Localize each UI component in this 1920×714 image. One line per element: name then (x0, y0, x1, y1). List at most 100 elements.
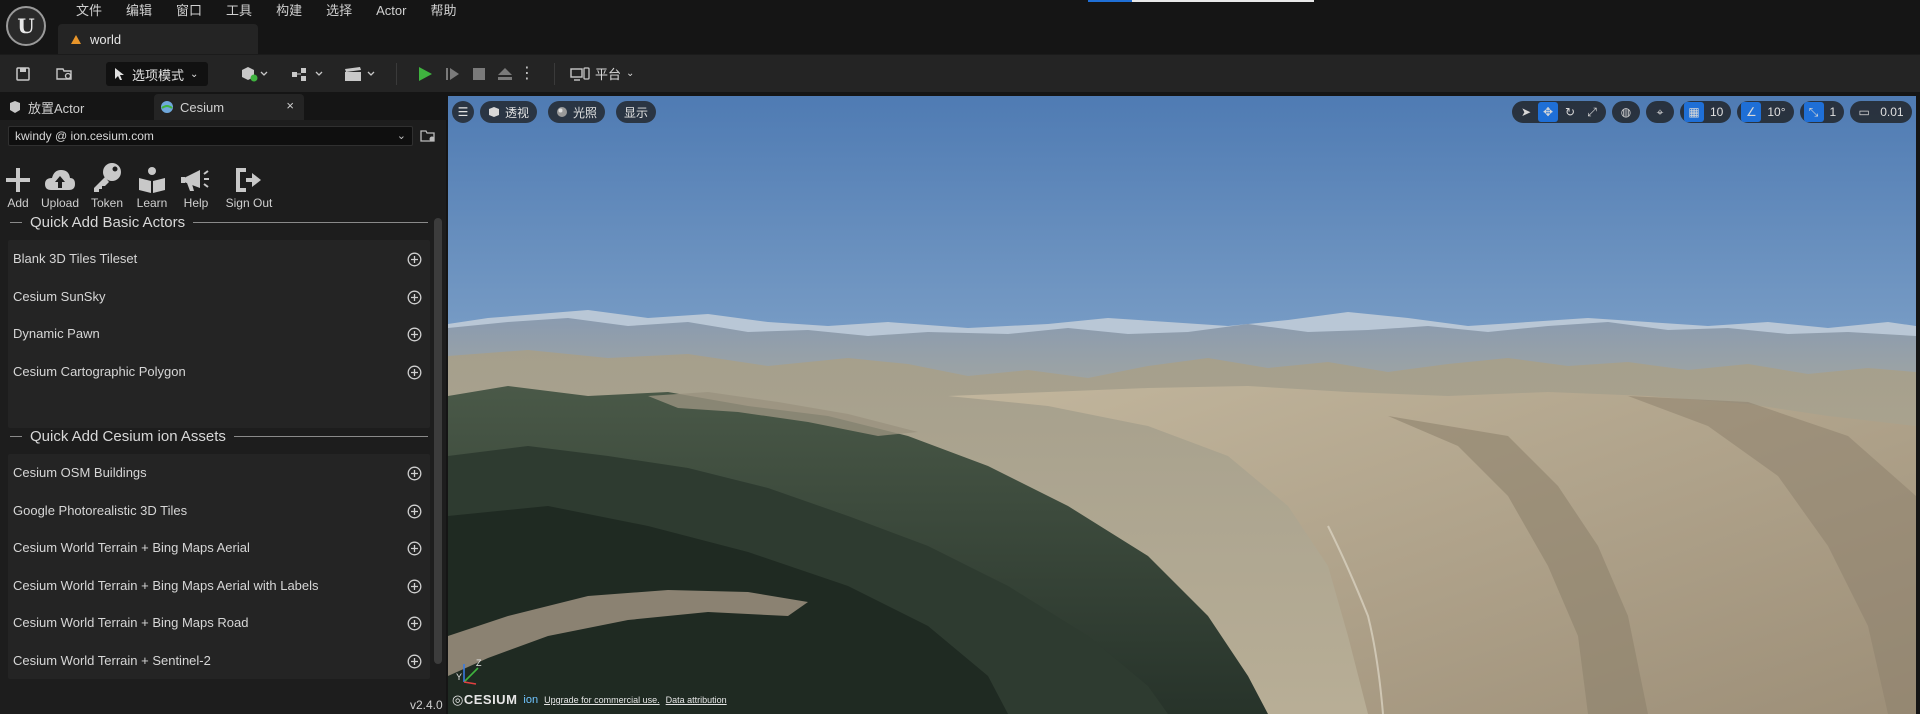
list-item[interactable]: Cesium SunSky (8, 278, 430, 316)
list-item[interactable]: Google Photorealistic 3D Tiles (8, 492, 430, 530)
scale-mode-icon[interactable]: ⤢ (1582, 102, 1602, 122)
sign-out-button[interactable]: Sign Out (218, 154, 280, 210)
surface-snap-icon[interactable]: ⌖ (1650, 102, 1670, 122)
add-circle-icon[interactable] (407, 252, 422, 267)
hamburger-icon: ☰ (457, 105, 469, 119)
cesium-panel: 放置Actor Cesium × kwindy @ ion.cesium.com… (0, 94, 446, 714)
chevron-down-icon: ⌄ (190, 68, 199, 80)
blueprint-button[interactable] (290, 63, 326, 85)
folder-gear-icon (420, 130, 435, 142)
menu-help[interactable]: 帮助 (418, 2, 468, 20)
rotation-snap-value[interactable]: 10° (1763, 105, 1789, 119)
server-settings-button[interactable] (420, 128, 438, 144)
add-circle-icon[interactable] (407, 327, 422, 342)
scale-snap-group: ⤡ 1 (1799, 101, 1845, 123)
translate-mode-icon[interactable]: ✥ (1538, 102, 1558, 122)
menu-actor[interactable]: Actor (364, 2, 418, 20)
cinematics-button[interactable] (342, 63, 378, 85)
upgrade-link[interactable]: Upgrade for commercial use. (544, 695, 660, 705)
grid-snap-value[interactable]: 10 (1706, 105, 1727, 119)
list-item-label: Cesium Cartographic Polygon (13, 363, 186, 379)
perspective-button[interactable]: 透视 (480, 101, 538, 123)
cesium-credit: ◎CESIUM ion Upgrade for commercial use. … (452, 692, 727, 708)
camera-speed-value[interactable]: 0.01 (1876, 105, 1907, 119)
panel-scrollbar[interactable] (434, 218, 442, 664)
cesium-ion-label: ion (523, 694, 539, 706)
list-item[interactable]: Blank 3D Tiles Tileset (8, 240, 430, 278)
token-button[interactable]: Token (84, 154, 130, 210)
list-item[interactable]: Cesium Cartographic Polygon (8, 353, 430, 391)
add-circle-icon[interactable] (407, 504, 422, 519)
add-actor-button[interactable] (238, 63, 272, 85)
play-icon (419, 67, 432, 81)
list-item[interactable]: Cesium World Terrain + Sentinel-2 (8, 642, 430, 680)
token-label: Token (90, 196, 124, 210)
add-label: Add (7, 196, 29, 210)
upload-button[interactable]: Upload (36, 154, 84, 210)
menu-tools[interactable]: 工具 (214, 2, 264, 20)
terrain-scene (448, 96, 1916, 714)
menu-window[interactable]: 窗口 (164, 2, 214, 20)
document-tab-world[interactable]: world (58, 24, 258, 54)
play-options-button[interactable]: ⋮ (519, 63, 535, 85)
help-label: Help (183, 196, 209, 210)
list-item[interactable]: Cesium World Terrain + Bing Maps Road (8, 604, 430, 642)
list-item-label: Cesium World Terrain + Bing Maps Road (13, 615, 249, 631)
add-circle-icon[interactable] (407, 616, 422, 631)
browse-content-button[interactable] (54, 63, 76, 85)
tab-cesium[interactable]: Cesium × (154, 94, 304, 120)
level-viewport[interactable]: ☰ 透视 光照 显示 ➤ ✥ ↻ ⤢ ◍ ⌖ ▦ 10 ∠ 10° ⤡ 1 ▭ … (448, 96, 1916, 714)
play-button[interactable] (414, 63, 436, 85)
menu-build[interactable]: 构建 (264, 2, 314, 20)
add-circle-icon[interactable] (407, 365, 422, 380)
add-circle-icon[interactable] (407, 466, 422, 481)
add-circle-icon[interactable] (407, 290, 422, 305)
add-circle-icon[interactable] (407, 541, 422, 556)
viewport-menu-button[interactable]: ☰ (452, 101, 474, 123)
unreal-logo-icon[interactable]: U (6, 6, 46, 46)
menu-edit[interactable]: 编辑 (114, 2, 164, 20)
data-attribution-link[interactable]: Data attribution (666, 695, 727, 705)
cube-add-icon (242, 67, 268, 82)
panel-tab-bar: 放置Actor Cesium × (0, 94, 446, 120)
camera-icon[interactable]: ▭ (1854, 102, 1874, 122)
advance-frame-button[interactable] (442, 63, 464, 85)
account-dropdown[interactable]: kwindy @ ion.cesium.com ⌄ (8, 126, 413, 146)
list-item[interactable]: Dynamic Pawn (8, 315, 430, 353)
scale-snap-icon[interactable]: ⤡ (1803, 102, 1824, 122)
toolbar-separator (396, 63, 397, 85)
show-button[interactable]: 显示 (616, 101, 657, 123)
coordinate-system-group: ◍ (1612, 101, 1640, 123)
platform-icon (570, 66, 590, 81)
list-item-label: Cesium World Terrain + Bing Maps Aerial (13, 540, 250, 556)
menu-file[interactable]: 文件 (64, 2, 114, 20)
add-circle-icon[interactable] (407, 654, 422, 669)
grid-snap-icon[interactable]: ▦ (1684, 102, 1704, 122)
select-mode-icon[interactable]: ➤ (1516, 102, 1536, 122)
scale-snap-value[interactable]: 1 (1826, 105, 1841, 119)
cesium-brand: ◎CESIUM (452, 692, 518, 707)
rotate-mode-icon[interactable]: ↻ (1560, 102, 1580, 122)
close-icon[interactable]: × (286, 98, 294, 113)
help-button[interactable]: Help (174, 154, 218, 210)
more-vertical-icon: ⋮ (519, 65, 535, 82)
angle-snap-icon[interactable]: ∠ (1741, 102, 1762, 122)
save-button[interactable] (12, 63, 34, 85)
lit-mode-button[interactable]: 光照 (548, 101, 606, 123)
megaphone-icon (181, 170, 209, 191)
ion-assets-header: Quick Add Cesium ion Assets (10, 426, 428, 446)
list-item[interactable]: Cesium OSM Buildings (8, 454, 430, 492)
list-item[interactable]: Cesium World Terrain + Bing Maps Aerial (8, 529, 430, 567)
stop-button[interactable] (468, 63, 490, 85)
list-item[interactable]: Cesium World Terrain + Bing Maps Aerial … (8, 567, 430, 605)
add-button[interactable]: Add (0, 154, 36, 210)
menu-select[interactable]: 选择 (314, 2, 364, 20)
eject-button[interactable] (494, 63, 516, 85)
learn-button[interactable]: Learn (130, 154, 174, 210)
tab-place-actor[interactable]: 放置Actor (4, 94, 152, 120)
selection-mode-dropdown[interactable]: 选项模式 ⌄ (106, 62, 208, 86)
list-item-label: Cesium World Terrain + Bing Maps Aerial … (13, 577, 319, 593)
world-globe-icon[interactable]: ◍ (1616, 102, 1636, 122)
add-circle-icon[interactable] (407, 579, 422, 594)
platforms-dropdown[interactable]: 平台 ⌄ (570, 64, 634, 83)
